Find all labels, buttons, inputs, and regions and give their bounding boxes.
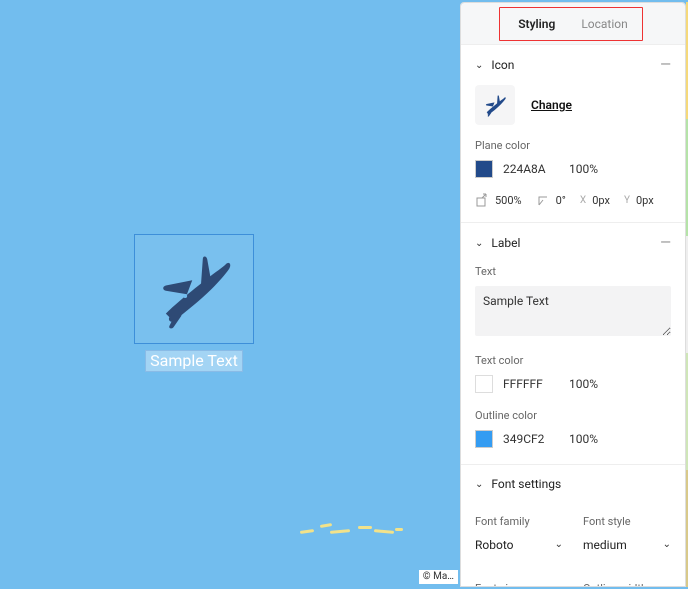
text-color-opacity[interactable]: 100% — [569, 377, 598, 391]
plane-icon — [150, 245, 238, 333]
plane-color-opacity[interactable]: 100% — [569, 162, 598, 176]
outline-color-input[interactable]: 349CF2 100% — [475, 428, 671, 450]
section-label-toggle[interactable]: ⌄ Label — — [475, 235, 671, 251]
map-marker[interactable]: Sample Text — [134, 234, 254, 369]
section-font: ⌄ Font settings Font family Roboto ⌄ Fon… — [461, 465, 685, 587]
outline-color-label: Outline color — [475, 409, 671, 422]
rotation-value[interactable]: 0° — [556, 194, 566, 207]
font-family-select[interactable]: Roboto ⌄ — [475, 532, 563, 558]
section-font-title: Font settings — [491, 477, 561, 491]
plane-color-hex[interactable]: 224A8A — [503, 162, 559, 176]
section-label: ⌄ Label — Text Text color FFFFFF 100% Ou… — [461, 223, 685, 465]
label-text-label: Text — [475, 265, 671, 278]
panel-tabs: Styling Location — [461, 3, 685, 45]
outline-color-swatch[interactable] — [475, 430, 493, 448]
rotation-icon — [536, 192, 552, 208]
section-font-toggle[interactable]: ⌄ Font settings — [475, 477, 671, 491]
section-icon-title: Icon — [491, 58, 514, 72]
font-family-value: Roboto — [475, 538, 513, 552]
scale-icon — [475, 192, 491, 208]
offset-y-label: Y — [624, 195, 630, 206]
section-icon: ⌄ Icon — Change Plane color — [461, 45, 685, 223]
plane-color-label: Plane color — [475, 139, 671, 152]
font-family-label: Font family — [475, 515, 563, 528]
plane-color-swatch[interactable] — [475, 160, 493, 178]
section-label-remove[interactable]: — — [660, 235, 671, 251]
text-color-label: Text color — [475, 354, 671, 367]
tab-location[interactable]: Location — [581, 4, 627, 44]
text-color-hex[interactable]: FFFFFF — [503, 377, 559, 391]
chevron-down-icon: ⌄ — [475, 479, 483, 490]
marker-icon-bounds[interactable] — [134, 234, 254, 344]
offset-y-value[interactable]: 0px — [636, 194, 654, 207]
label-text-input[interactable] — [475, 286, 671, 336]
chevron-down-icon: ⌄ — [475, 238, 483, 249]
scale-value[interactable]: 500% — [495, 194, 522, 207]
text-color-swatch[interactable] — [475, 375, 493, 393]
chevron-down-icon: ⌄ — [475, 60, 483, 71]
section-icon-toggle[interactable]: ⌄ Icon — — [475, 57, 671, 73]
outline-color-opacity[interactable]: 100% — [569, 432, 598, 446]
outline-width-label: Outline width — [583, 582, 671, 587]
font-size-label: Font size — [475, 582, 563, 587]
icon-thumbnail[interactable] — [475, 85, 515, 125]
marker-label[interactable]: Sample Text — [145, 350, 243, 372]
section-label-title: Label — [491, 236, 520, 250]
tab-styling[interactable]: Styling — [518, 4, 555, 44]
offset-x-value[interactable]: 0px — [592, 194, 610, 207]
font-style-value: medium — [583, 538, 627, 552]
chevron-down-icon: ⌄ — [663, 539, 671, 550]
text-color-input[interactable]: FFFFFF 100% — [475, 373, 671, 395]
map-attribution: © Ma… — [419, 570, 458, 584]
section-icon-remove[interactable]: — — [660, 57, 671, 73]
change-icon-link[interactable]: Change — [531, 98, 572, 112]
offset-x-label: X — [580, 195, 586, 206]
font-style-label: Font style — [583, 515, 671, 528]
outline-color-hex[interactable]: 349CF2 — [503, 432, 559, 446]
plane-color-input[interactable]: 224A8A 100% — [475, 158, 671, 180]
font-style-select[interactable]: medium ⌄ — [583, 532, 671, 558]
properties-panel: Styling Location ⌄ Icon — — [460, 2, 686, 587]
map-decor-islands — [300, 522, 410, 542]
chevron-down-icon: ⌄ — [555, 539, 563, 550]
plane-icon — [482, 92, 508, 118]
